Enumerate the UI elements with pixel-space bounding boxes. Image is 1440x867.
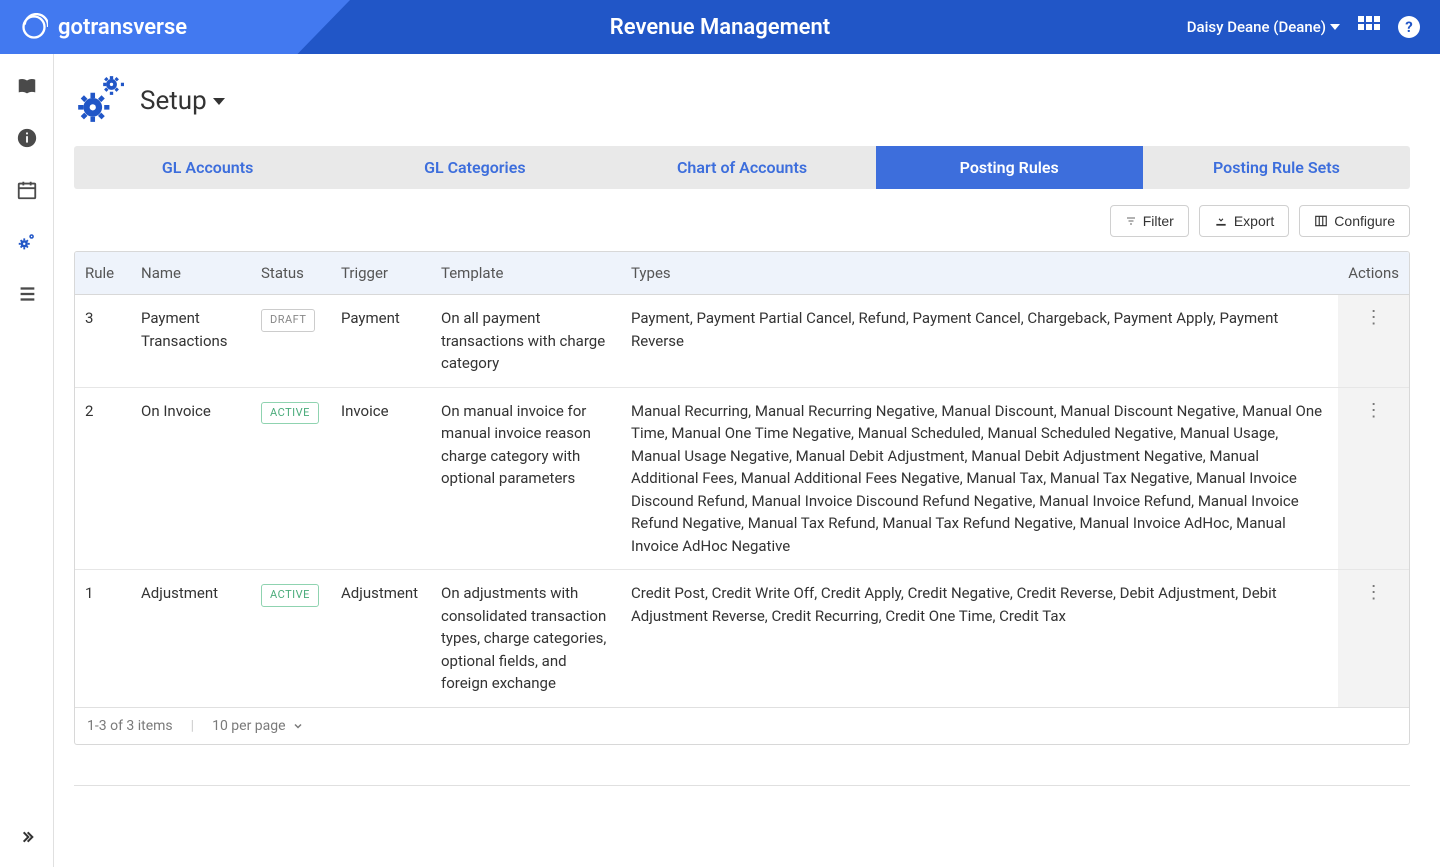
setup-page-icon [74, 74, 124, 128]
per-page-label: 10 per page [212, 718, 285, 734]
info-icon [16, 127, 38, 149]
sidebar-item-setup[interactable] [15, 230, 39, 254]
cell-types: Manual Recurring, Manual Recurring Negat… [621, 387, 1338, 570]
cell-actions: ⋮ [1338, 570, 1409, 707]
tab-posting-rule-sets[interactable]: Posting Rule Sets [1143, 146, 1410, 189]
list-icon [16, 283, 38, 305]
table-row: 1 Adjustment ACTIVE Adjustment On adjust… [75, 570, 1409, 707]
page-header: Setup [74, 74, 1410, 128]
tab-chart-of-accounts[interactable]: Chart of Accounts [608, 146, 875, 189]
row-actions-button[interactable]: ⋮ [1365, 307, 1383, 328]
cell-template: On manual invoice for manual invoice rea… [431, 387, 621, 570]
user-name-label: Daisy Deane (Deane) [1187, 18, 1326, 36]
col-status[interactable]: Status [251, 252, 331, 295]
col-name[interactable]: Name [131, 252, 251, 295]
col-template[interactable]: Template [431, 252, 621, 295]
cell-name: Adjustment [131, 570, 251, 707]
cell-types: Payment, Payment Partial Cancel, Refund,… [621, 295, 1338, 388]
sidebar-item-book[interactable] [15, 74, 39, 98]
col-trigger[interactable]: Trigger [331, 252, 431, 295]
status-badge: ACTIVE [261, 584, 319, 607]
sidebar-item-info[interactable] [15, 126, 39, 150]
help-icon[interactable]: ? [1398, 16, 1420, 38]
status-badge: DRAFT [261, 309, 315, 332]
columns-icon [1314, 214, 1328, 228]
cell-template: On adjustments with consolidated transac… [431, 570, 621, 707]
sidebar-item-list[interactable] [15, 282, 39, 306]
table-footer: 1-3 of 3 items | 10 per page [75, 707, 1409, 744]
row-actions-button[interactable]: ⋮ [1365, 582, 1383, 603]
configure-button[interactable]: Configure [1299, 205, 1410, 237]
download-icon [1214, 214, 1228, 228]
configure-label: Configure [1334, 213, 1395, 229]
filter-icon [1125, 215, 1137, 227]
separator: | [191, 718, 194, 734]
brand[interactable]: gotransverse [20, 13, 187, 41]
cell-rule: 2 [75, 387, 131, 570]
cell-actions: ⋮ [1338, 387, 1409, 570]
header-title: Revenue Management [610, 15, 830, 40]
col-rule[interactable]: Rule [75, 252, 131, 295]
page-title-text: Setup [140, 86, 207, 116]
table-row: 3 Payment Transactions DRAFT Payment On … [75, 295, 1409, 388]
cell-template: On all payment transactions with charge … [431, 295, 621, 388]
tab-gl-accounts[interactable]: GL Accounts [74, 146, 341, 189]
sidebar-expand-button[interactable] [19, 829, 35, 849]
app-grid-icon[interactable] [1358, 16, 1380, 38]
tabs: GL Accounts GL Categories Chart of Accou… [74, 146, 1410, 189]
sidebar [0, 54, 54, 867]
gears-icon [16, 231, 38, 253]
cell-rule: 3 [75, 295, 131, 388]
sidebar-item-calendar[interactable] [15, 178, 39, 202]
user-menu[interactable]: Daisy Deane (Deane) [1187, 18, 1340, 36]
table-header-row: Rule Name Status Trigger Template Types … [75, 252, 1409, 295]
tab-gl-categories[interactable]: GL Categories [341, 146, 608, 189]
table-toolbar: Filter Export Configure [74, 205, 1410, 237]
pagination-summary: 1-3 of 3 items [87, 718, 173, 734]
row-actions-button[interactable]: ⋮ [1365, 400, 1383, 421]
filter-button[interactable]: Filter [1110, 205, 1189, 237]
main-content: Setup GL Accounts GL Categories Chart of… [54, 54, 1440, 806]
cell-name: On Invoice [131, 387, 251, 570]
cell-rule: 1 [75, 570, 131, 707]
export-label: Export [1234, 213, 1274, 229]
posting-rules-table: Rule Name Status Trigger Template Types … [74, 251, 1410, 745]
cell-trigger: Payment [331, 295, 431, 388]
col-actions: Actions [1338, 252, 1409, 295]
brand-text: gotransverse [58, 15, 187, 40]
tab-posting-rules[interactable]: Posting Rules [876, 146, 1143, 189]
cell-trigger: Adjustment [331, 570, 431, 707]
chevron-down-icon [1330, 24, 1340, 30]
section-divider [74, 785, 1410, 786]
cell-name: Payment Transactions [131, 295, 251, 388]
chevron-right-icon [19, 829, 35, 845]
cell-status: DRAFT [251, 295, 331, 388]
cell-status: ACTIVE [251, 570, 331, 707]
cell-types: Credit Post, Credit Write Off, Credit Ap… [621, 570, 1338, 707]
calendar-icon [16, 179, 38, 201]
brand-logo-icon [20, 13, 48, 41]
per-page-selector[interactable]: 10 per page [212, 718, 303, 734]
gears-icon [74, 74, 124, 124]
export-button[interactable]: Export [1199, 205, 1289, 237]
cell-status: ACTIVE [251, 387, 331, 570]
filter-label: Filter [1143, 213, 1174, 229]
chevron-down-icon [292, 720, 304, 732]
table-row: 2 On Invoice ACTIVE Invoice On manual in… [75, 387, 1409, 570]
col-types[interactable]: Types [621, 252, 1338, 295]
cell-actions: ⋮ [1338, 295, 1409, 388]
app-header: gotransverse Revenue Management Daisy De… [0, 0, 1440, 54]
cell-trigger: Invoice [331, 387, 431, 570]
book-icon [16, 75, 38, 97]
status-badge: ACTIVE [261, 402, 319, 425]
chevron-down-icon [213, 98, 225, 105]
page-title-dropdown[interactable]: Setup [140, 86, 225, 116]
